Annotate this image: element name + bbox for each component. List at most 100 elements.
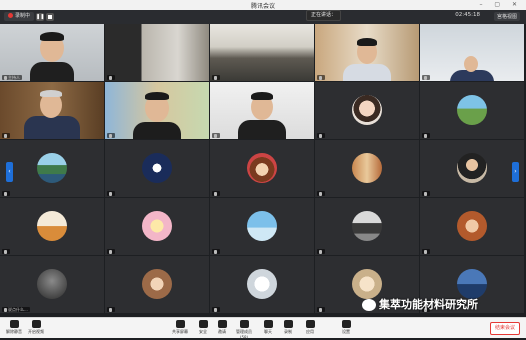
recording-label: 录制中 [15, 13, 31, 19]
share-icon [175, 320, 185, 328]
avatar [37, 211, 67, 241]
avatar [37, 269, 67, 299]
speaking-label: 正在讲话： [311, 12, 337, 18]
apps-icon [305, 320, 315, 328]
view-switch-label: 宫格视图 [496, 14, 517, 20]
members-button[interactable]: 管理成员(58) [232, 320, 256, 340]
mic-icon [214, 308, 217, 312]
participant-tile-video[interactable] [210, 24, 314, 81]
participant-tile-avatar[interactable] [315, 82, 419, 139]
mic-icon [424, 76, 427, 80]
participant-name-tag [212, 307, 220, 312]
participant-name-tag [212, 133, 220, 138]
avatar [142, 269, 172, 299]
avatar [37, 153, 67, 183]
mute-button[interactable]: 解除静音 [2, 320, 26, 335]
person-hair [251, 92, 273, 100]
recording-indicator[interactable]: 录制中 [4, 12, 35, 21]
participant-tile-avatar[interactable] [420, 198, 524, 255]
participant-tile-video[interactable] [315, 24, 419, 81]
watermark-text: 集萃功能材料研究所 [379, 298, 478, 311]
person-hair [357, 38, 377, 46]
participant-name-tag [212, 191, 220, 196]
participant-tile-avatar[interactable] [210, 140, 314, 197]
avatar [352, 95, 382, 125]
avatar [457, 95, 487, 125]
participant-tile-avatar[interactable] [105, 140, 209, 197]
pause-record-button[interactable]: ❚❚ [36, 13, 44, 21]
participant-tile-avatar[interactable] [420, 140, 524, 197]
next-page-button[interactable]: › [512, 162, 519, 182]
avatar [457, 211, 487, 241]
participant-tile-avatar[interactable] [210, 256, 314, 313]
person-hair [145, 92, 169, 100]
mic-icon [109, 308, 112, 312]
participant-tile-avatar[interactable] [105, 198, 209, 255]
settings-button[interactable]: 设置 [334, 320, 358, 335]
avatar [457, 153, 487, 183]
person-body [343, 64, 391, 81]
mic-icon [319, 308, 322, 312]
participant-grid: 主持人 说点什么... [0, 24, 526, 317]
video-button[interactable]: 开启视频 [24, 320, 48, 335]
wechat-logo-icon [362, 299, 376, 311]
mic-icon [319, 134, 322, 138]
avatar [457, 269, 487, 299]
participant-tile-video[interactable] [420, 24, 524, 81]
participant-name-tag [107, 191, 115, 196]
mic-icon [214, 192, 217, 196]
shield-icon [198, 320, 208, 328]
participant-tile-avatar[interactable] [315, 198, 419, 255]
mic-icon [319, 192, 322, 196]
participant-name-tag [317, 307, 325, 312]
apps-button[interactable]: 应用 [298, 320, 322, 335]
end-meeting-button[interactable]: 结束会议 [489, 322, 520, 335]
participant-tile-avatar[interactable] [210, 198, 314, 255]
mic-icon [4, 308, 7, 312]
mic-icon [109, 192, 112, 196]
participant-tile-avatar[interactable] [0, 140, 104, 197]
add-user-icon [217, 320, 227, 328]
participant-tile-avatar[interactable] [105, 256, 209, 313]
participant-name-tag [422, 75, 430, 80]
participant-name-tag [107, 133, 115, 138]
person-body [24, 116, 80, 139]
video-feed [210, 24, 314, 81]
speaking-indicator: 正在讲话： [306, 10, 342, 21]
participant-tile-video[interactable] [0, 82, 104, 139]
person-body [133, 122, 181, 139]
members-icon [239, 320, 249, 328]
participant-tile-video[interactable]: 主持人 [0, 24, 104, 81]
share-screen-button[interactable]: 共享屏幕 [168, 320, 192, 335]
gear-icon [341, 320, 351, 328]
record-button[interactable]: 录制 [276, 320, 300, 335]
participant-name-tag [317, 249, 325, 254]
participant-tile-avatar[interactable] [315, 140, 419, 197]
mic-icon [4, 76, 7, 80]
participant-tile-video[interactable] [105, 82, 209, 139]
participant-tile-video[interactable] [210, 82, 314, 139]
participant-name-tag [317, 75, 325, 80]
participant-name-tag: 说点什么... [2, 307, 30, 312]
chat-icon [263, 320, 273, 328]
participant-name: 主持人 [8, 75, 20, 80]
avatar [352, 211, 382, 241]
participant-name-tag [2, 133, 10, 138]
participant-tile-avatar[interactable] [420, 82, 524, 139]
mic-icon [4, 134, 7, 138]
mic-icon [424, 192, 427, 196]
stop-record-button[interactable] [46, 13, 54, 21]
participant-name-tag [422, 249, 430, 254]
participant-tile-video[interactable] [105, 24, 209, 81]
view-switch-button[interactable]: 宫格视图 [493, 12, 520, 21]
prev-page-button[interactable]: ‹ [6, 162, 13, 182]
invite-button[interactable]: 邀请 [210, 320, 234, 335]
participant-tile-avatar[interactable]: 说点什么... [0, 256, 104, 313]
meeting-toolbar: 录制中 ❚❚ 正在讲话： 02:45:18 宫格视图 [0, 10, 526, 24]
watermark: 集萃功能材料研究所 [362, 296, 478, 312]
window-controls[interactable]: – ▢ ✕ [479, 1, 522, 8]
participant-tile-avatar[interactable] [0, 198, 104, 255]
mic-icon [109, 134, 112, 138]
avatar [247, 211, 277, 241]
avatar [142, 211, 172, 241]
